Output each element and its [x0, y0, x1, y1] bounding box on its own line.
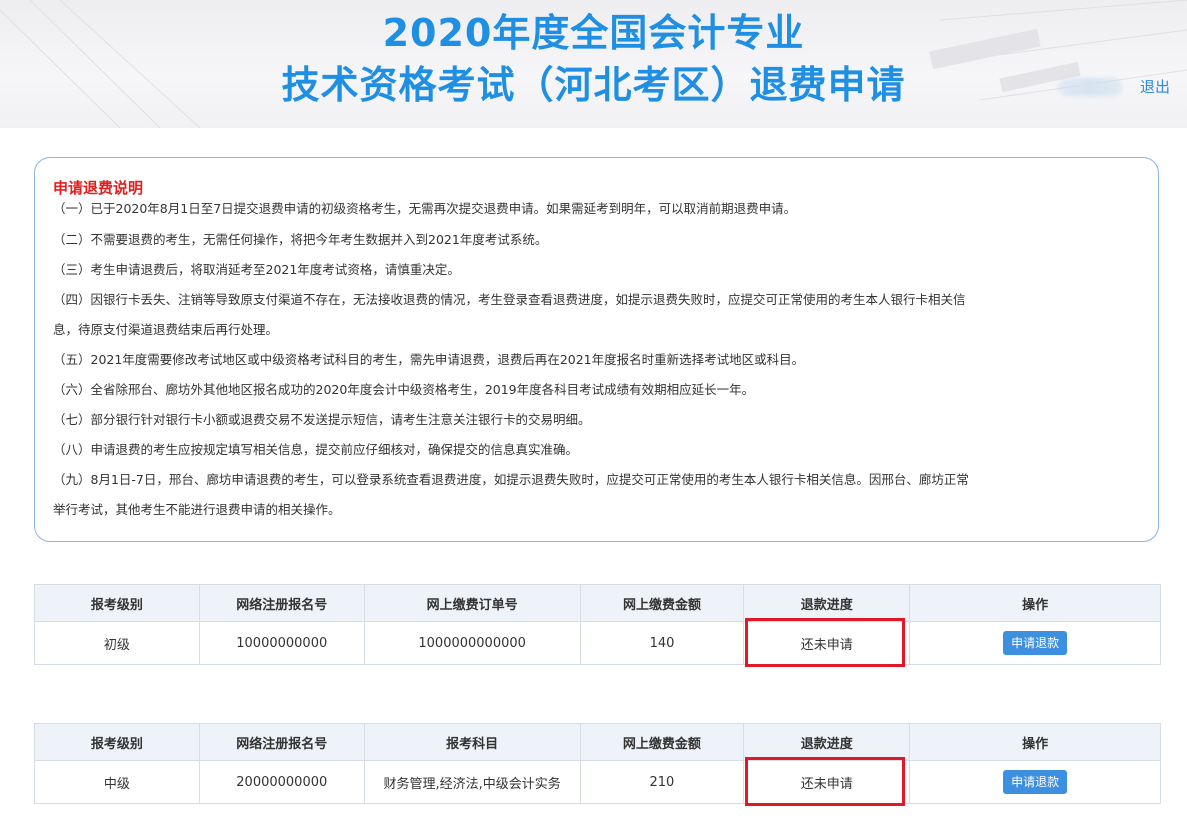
- col-header-reg-no: 网络注册报名号: [198, 584, 365, 622]
- cell-reg-no: 20000000000: [198, 760, 365, 804]
- notice-item-8: （八）申请退费的考生应按规定填写相关信息，提交前应仔细核对，确保提交的信息真实准…: [53, 442, 579, 457]
- col-header-reg-no: 网络注册报名号: [198, 723, 365, 761]
- page-title-line2: 技术资格考试（河北考区）退费申请: [281, 63, 906, 107]
- notice-item-7: （七）部分银行针对银行卡小额或退费交易不发送提示短信，请考生注意关注银行卡的交易…: [53, 412, 591, 427]
- notice-item-5: （五）2021年度需要修改考试地区或中级资格考试科目的考生，需先申请退费，退费后…: [53, 352, 805, 367]
- cell-status: 还未申请: [743, 618, 911, 667]
- status-text: 还未申请: [800, 637, 853, 653]
- col-header-level: 报考级别: [34, 723, 200, 761]
- notice-item-3: （三）考生申请退费后，将取消延考至2021年度考试资格，请慎重决定。: [53, 262, 460, 277]
- apply-refund-button[interactable]: 申请退款: [1003, 631, 1068, 655]
- col-header-amount: 网上缴费金额: [579, 584, 745, 622]
- cell-status: 还未申请: [743, 757, 911, 806]
- cell-amount: 140: [579, 621, 745, 665]
- cell-level: 中级: [34, 760, 200, 804]
- col-header-action: 操作: [909, 723, 1161, 761]
- refund-notice-panel: 申请退费说明 （一）已于2020年8月1日至7日提交退费申请的初级资格考生，无需…: [34, 157, 1159, 542]
- notice-item-6: （六）全省除邢台、廊坊外其他地区报名成功的2020年度会计中级资格考生，2019…: [53, 382, 755, 397]
- notice-item-9: （九）8月1日-7日，邢台、廊坊申请退费的考生，可以登录系统查看退费进度，如提示…: [53, 472, 969, 487]
- table-row: 中级 20000000000 财务管理,经济法,中级会计实务 210 还未申请 …: [34, 757, 1161, 806]
- notice-item-1: （一）已于2020年8月1日至7日提交退费申请的初级资格考生，无需再次提交退费申…: [53, 201, 797, 216]
- col-header-status: 退款进度: [743, 584, 911, 622]
- page-title-line1: 2020年度全国会计专业: [382, 11, 805, 55]
- notice-item-4: （四）因银行卡丢失、注销等导致原支付渠道不存在，无法接收退费的情况，考生登录查看…: [53, 292, 966, 307]
- col-header-action: 操作: [909, 584, 1161, 622]
- notice-item-4-cont: 息，待原支付渠道退费结束后再行处理。: [53, 322, 279, 337]
- junior-refund-table: 报考级别 网络注册报名号 网上缴费订单号 网上缴费金额 退款进度 操作 初级 1…: [34, 584, 1161, 667]
- table-header-row: 报考级别 网络注册报名号 报考科目 网上缴费金额 退款进度 操作: [34, 723, 1161, 761]
- table-header-row: 报考级别 网络注册报名号 网上缴费订单号 网上缴费金额 退款进度 操作: [34, 584, 1161, 622]
- col-header-status: 退款进度: [743, 723, 911, 761]
- cell-order-no: 1000000000000: [363, 621, 581, 665]
- col-header-level: 报考级别: [34, 584, 200, 622]
- notice-item-9-cont: 举行考试，其他考生不能进行退费申请的相关操作。: [53, 502, 341, 517]
- header-banner: 2020年度全国会计专业 技术资格考试（河北考区）退费申请 退出: [0, 0, 1187, 128]
- logout-link[interactable]: 退出: [1140, 76, 1170, 97]
- intermediate-refund-table: 报考级别 网络注册报名号 报考科目 网上缴费金额 退款进度 操作 中级 2000…: [34, 723, 1161, 806]
- cell-amount: 210: [579, 760, 745, 804]
- cell-action: 申请退款: [909, 621, 1161, 665]
- cell-action: 申请退款: [909, 760, 1161, 804]
- cell-subjects: 财务管理,经济法,中级会计实务: [363, 760, 581, 804]
- cell-reg-no: 10000000000: [198, 621, 365, 665]
- col-header-subjects: 报考科目: [363, 723, 581, 761]
- notice-item-2: （二）不需要退费的考生，无需任何操作，将把今年考生数据并入到2021年度考试系统…: [53, 232, 548, 247]
- table-row: 初级 10000000000 1000000000000 140 还未申请 申请…: [34, 618, 1161, 667]
- col-header-order-no: 网上缴费订单号: [363, 584, 581, 622]
- col-header-amount: 网上缴费金额: [579, 723, 745, 761]
- cell-level: 初级: [34, 621, 200, 665]
- username-redacted: [1058, 78, 1122, 96]
- status-text: 还未申请: [800, 776, 853, 792]
- apply-refund-button[interactable]: 申请退款: [1003, 770, 1068, 794]
- notice-title: 申请退费说明: [53, 179, 144, 197]
